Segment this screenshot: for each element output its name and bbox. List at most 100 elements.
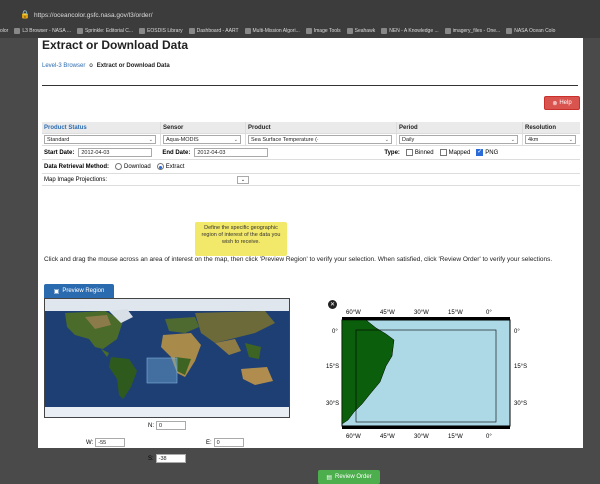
projection-label: Map Image Projections: xyxy=(44,176,108,183)
instructions-text: Click and drag the mouse across an area … xyxy=(44,256,553,263)
breadcrumb-link[interactable]: Level-3 Browser xyxy=(42,63,85,69)
download-label: Download xyxy=(124,163,151,170)
region-preview-svg: 60°W 45°W 30°W 15°W 0° 60°W 45°W 30°W 15… xyxy=(326,300,528,442)
lon-label-bottom: 30°W xyxy=(414,434,429,440)
retrieval-method-row: Data Retrieval Method: Download Extract xyxy=(42,160,580,174)
divider xyxy=(42,85,578,86)
preview-region-button[interactable]: ▣ Preview Region xyxy=(44,284,114,298)
west-field: W: -55 xyxy=(86,438,126,447)
header-product-status: Product Status xyxy=(42,122,161,133)
bookmark-item[interactable]: Image Tools xyxy=(305,28,341,34)
page-title: Extract or Download Data xyxy=(42,38,189,52)
lat-label-right: 0° xyxy=(514,329,520,335)
png-checkbox[interactable] xyxy=(476,148,484,156)
extract-radio[interactable] xyxy=(156,163,164,170)
east-input[interactable]: 0 xyxy=(213,438,244,447)
start-date-label: Start Date: xyxy=(44,149,75,156)
lat-label-left: 0° xyxy=(332,329,338,335)
period-select[interactable]: Daily ⌄ xyxy=(399,135,518,144)
east-field: E: 0 xyxy=(206,438,244,447)
type-label: Type: xyxy=(384,149,400,156)
lat-label-right: 30°S xyxy=(514,401,527,407)
bookmark-icon xyxy=(244,28,251,34)
bookmark-icon xyxy=(381,28,388,34)
bookmark-icon xyxy=(506,28,513,34)
bookmark-item[interactable]: imagery_files - One... xyxy=(444,28,500,34)
help-icon: ⊗ xyxy=(552,100,558,107)
browser-chrome: 🔒 https://oceancolor.gsfc.nasa.gov/l3/or… xyxy=(0,0,600,38)
region-preview-map: 60°W 45°W 30°W 15°W 0° 60°W 45°W 30°W 15… xyxy=(326,300,528,442)
south-field: S: -38 xyxy=(148,454,186,463)
projection-select[interactable]: ⌄ xyxy=(237,175,250,184)
sensor-select[interactable]: Aqua-MODIS ⌄ xyxy=(163,135,241,144)
address-bar[interactable]: 🔒 https://oceancolor.gsfc.nasa.gov/l3/or… xyxy=(0,8,600,22)
header-resolution: Resolution xyxy=(525,124,556,131)
folder-icon xyxy=(346,28,353,34)
bookmark-icon xyxy=(139,28,146,34)
north-input[interactable]: 0 xyxy=(156,421,186,430)
folder-icon xyxy=(305,28,312,34)
start-date-input[interactable]: 2012-04-03 xyxy=(78,148,153,157)
resolution-select[interactable]: 4km ⌄ xyxy=(525,135,576,144)
header-period: Period xyxy=(397,122,523,133)
binned-checkbox[interactable] xyxy=(405,149,413,156)
lat-label-left: 30°S xyxy=(326,401,339,407)
lat-label-left: 15°S xyxy=(326,364,339,370)
bookmark-icon xyxy=(444,28,451,34)
order-form: Product Status Sensor Product Period Res… xyxy=(42,122,580,186)
lon-label-top: 60°W xyxy=(346,310,361,316)
bookmark-item[interactable]: Seahawk xyxy=(346,28,375,34)
page-content: Extract or Download Data Level-3 Browser… xyxy=(38,38,583,484)
end-date-label: End Date: xyxy=(162,149,191,156)
bookmark-item[interactable]: Dashboard - AART xyxy=(188,28,239,34)
bookmark-icon xyxy=(76,28,83,34)
region-tooltip: Define the specific geographic region of… xyxy=(195,222,287,256)
mapped-checkbox[interactable] xyxy=(439,149,447,156)
extract-label: Extract xyxy=(165,163,185,170)
breadcrumb-separator-icon: o xyxy=(89,63,93,69)
chevron-down-icon: ⌄ xyxy=(384,136,389,143)
bookmark-item[interactable]: NEN - A Knowledge ... xyxy=(381,28,439,34)
selected-region-box[interactable] xyxy=(146,357,178,384)
bookmarks-bar: olor L3 Browser - NASA ... Sprinkle: Edi… xyxy=(0,25,600,37)
chevron-down-icon: ⌄ xyxy=(148,136,153,143)
end-date-input[interactable]: 2012-04-03 xyxy=(194,148,269,157)
binned-label: Binned xyxy=(414,149,434,156)
lat-label-right: 15°S xyxy=(514,364,527,370)
bookmark-item[interactable]: NASA Ocean Colo xyxy=(506,28,555,34)
bookmark-icon xyxy=(188,28,195,34)
product-status-select[interactable]: Standard ⌄ xyxy=(44,135,156,144)
lon-label-top: 15°W xyxy=(448,310,463,316)
south-input[interactable]: -38 xyxy=(155,454,186,463)
bookmark-item[interactable]: olor xyxy=(0,28,8,34)
help-button[interactable]: ⊗ Help xyxy=(544,96,580,110)
image-icon: ▣ xyxy=(53,288,60,295)
bookmark-icon xyxy=(14,28,21,34)
url-text[interactable]: https://oceancolor.gsfc.nasa.gov/l3/orde… xyxy=(34,12,153,19)
west-input[interactable]: -55 xyxy=(95,438,126,447)
download-radio[interactable] xyxy=(115,163,123,170)
document-icon: ▤ xyxy=(326,474,332,481)
mapped-label: Mapped xyxy=(448,149,471,156)
bookmark-item[interactable]: L3 Browser - NASA ... xyxy=(14,28,71,34)
lock-icon: 🔒 xyxy=(20,10,30,19)
world-map[interactable] xyxy=(44,298,290,418)
breadcrumb-current: Extract or Download Data xyxy=(96,63,170,69)
north-field: N: 0 xyxy=(148,421,186,430)
close-icon[interactable]: ✕ xyxy=(328,300,337,309)
review-order-button[interactable]: ▤ Review Order xyxy=(318,470,380,484)
date-type-row: Start Date: 2012-04-03 End Date: 2012-04… xyxy=(42,146,580,160)
lon-label-top: 0° xyxy=(486,310,492,316)
header-sensor: Sensor xyxy=(161,122,246,133)
lon-label-top: 45°W xyxy=(380,310,395,316)
form-select-row: Standard ⌄ Aqua-MODIS ⌄ Sea Surface Temper… xyxy=(42,134,580,146)
coordinate-inputs: N: 0 W: -55 E: 0 S: -38 xyxy=(44,418,290,464)
png-label: PNG xyxy=(485,149,499,156)
chevron-down-icon: ⌄ xyxy=(568,136,573,143)
lon-label-bottom: 15°W xyxy=(448,434,463,440)
header-product: Product xyxy=(246,122,397,133)
bookmark-item[interactable]: EOSDIS Library xyxy=(139,28,183,34)
bookmark-item[interactable]: Multi-Mission Algori... xyxy=(244,28,300,34)
bookmark-item[interactable]: Sprinkle: Editorial C... xyxy=(76,28,133,34)
product-select[interactable]: Sea Surface Temperature (· ⌄ xyxy=(248,135,392,144)
